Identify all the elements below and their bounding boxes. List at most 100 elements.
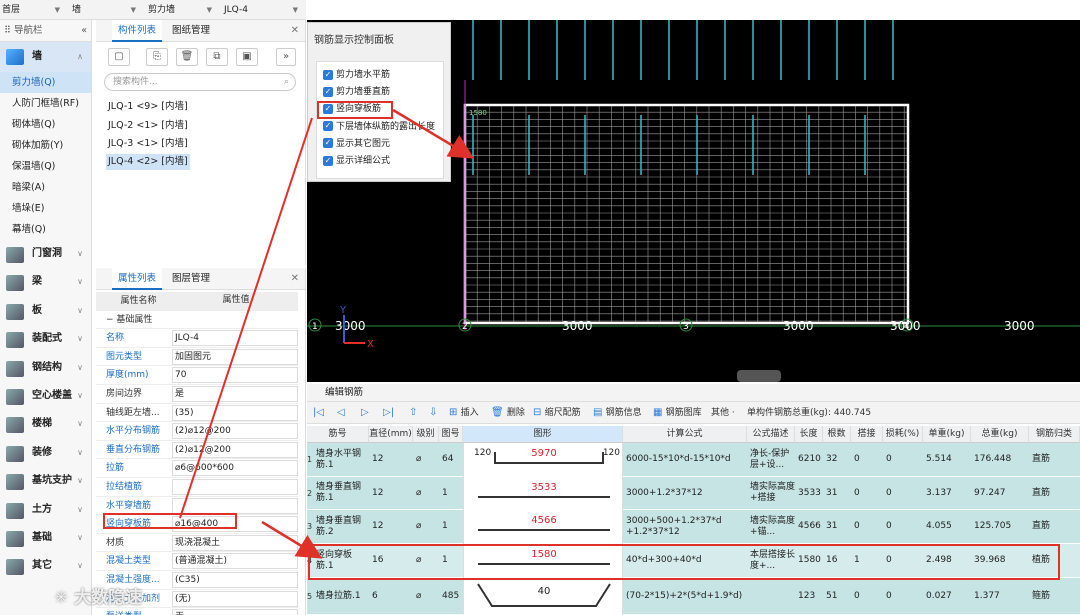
column-header[interactable]: 图形 [463, 426, 623, 443]
component-item-jlq3[interactable]: JLQ-3 <1> [内墙] [106, 136, 190, 152]
property-row[interactable]: 轴线距左墙... (35) [96, 404, 298, 423]
rebar-info-button[interactable]: ▤ 钢筋信息 [593, 402, 642, 424]
column-header[interactable]: 单重(kg) [923, 426, 971, 443]
nav-item-wall-7[interactable]: 幕墙(Q) [0, 219, 91, 240]
property-row[interactable]: 厚度(mm) 70 [96, 366, 298, 385]
move-down-icon[interactable]: ⇩ [429, 402, 437, 424]
cell-length[interactable]: 4566 [795, 510, 823, 543]
nav-item-wall-3[interactable]: 砌体加筋(Y) [0, 135, 91, 156]
property-value[interactable]: 现浇混凝土 [172, 534, 298, 551]
nav-item-wall-4[interactable]: 保温墙(Q) [0, 156, 91, 177]
cell-loss[interactable]: 0 [883, 510, 923, 543]
copy-icon[interactable]: ⎘ [146, 48, 168, 66]
checkbox-checked-icon[interactable]: ✓ [323, 121, 333, 132]
floor-select[interactable]: 首层 ▼ [0, 2, 64, 18]
cell-total_w[interactable]: 125.705 [971, 510, 1029, 543]
cell-desc[interactable] [747, 578, 795, 614]
nav-category-9[interactable]: 土方 ∨ [0, 496, 91, 524]
cell-grade[interactable]: ⌀ [413, 477, 439, 509]
collapse-icon[interactable]: « [81, 20, 87, 42]
control-option-5[interactable]: ✓ 显示详细公式 [323, 154, 390, 168]
column-header[interactable]: 公式描述 [747, 426, 795, 443]
column-header[interactable]: 根数 [823, 426, 851, 443]
cell-total_w[interactable]: 97.247 [971, 477, 1029, 509]
property-row[interactable]: 房间边界 是 [96, 385, 298, 404]
cell-count[interactable]: 31 [823, 477, 851, 509]
property-row[interactable]: 泵送类型无 [96, 608, 298, 615]
property-row[interactable]: 垂直分布钢筋 (2)⌀12@200 [96, 441, 298, 460]
component-item-jlq1[interactable]: JLQ-1 <9> [内墙] [106, 99, 190, 115]
property-value[interactable]: (35) [172, 404, 298, 421]
column-header[interactable]: 钢筋归类 [1029, 426, 1080, 443]
property-row[interactable]: 混凝土类型 (普通混凝土) [96, 552, 298, 571]
property-row[interactable]: 拉结植筋 [96, 478, 298, 497]
cell-length[interactable]: 3533 [795, 477, 823, 509]
cell-dia[interactable]: 12 [369, 443, 413, 476]
checkbox-checked-icon[interactable]: ✓ [323, 155, 333, 166]
table-row[interactable]: 1 墙身水平钢筋.1 12 ⌀ 64 120 120 5970 6000-15*10*d-15*… [307, 443, 1080, 477]
cell-name[interactable]: 墙身垂直钢筋.2 [313, 510, 369, 543]
cell-total_w[interactable]: 1.377 [971, 578, 1029, 614]
cell-unit_w[interactable]: 5.514 [923, 443, 971, 476]
property-row[interactable]: 名称 JLQ-4 [96, 329, 298, 348]
cell-fig[interactable]: 1 [439, 510, 463, 543]
property-row[interactable]: 材质 现浇混凝土 [96, 534, 298, 553]
nav-category-10[interactable]: 基础 ∨ [0, 524, 91, 552]
cell-cls[interactable]: 直筋 [1029, 477, 1080, 509]
cell-lap[interactable]: 0 [851, 477, 883, 509]
property-row[interactable]: 水平分布钢筋 (2)⌀12@200 [96, 422, 298, 441]
more-button[interactable]: » [276, 48, 296, 66]
nav-item-wall-1[interactable]: 人防门框墙(RF) [0, 93, 91, 114]
cell-formula[interactable]: 3000+500+1.2*37*d +1.2*37*12 [623, 510, 747, 543]
cell-fig[interactable]: 1 [439, 477, 463, 509]
control-option-4[interactable]: ✓ 显示其它图元 [323, 137, 390, 151]
close-icon[interactable]: ✕ [291, 20, 299, 42]
cell-count[interactable]: 31 [823, 510, 851, 543]
property-section[interactable]: − 基础属性 [96, 311, 298, 330]
shape-cell[interactable]: 4566 [463, 510, 623, 544]
component-item-jlq4[interactable]: JLQ-4 <2> [内墙] [106, 154, 190, 170]
cell-name[interactable]: 墙身拉筋.1 [313, 578, 369, 614]
tab-layer-management[interactable]: 图层管理 [166, 268, 216, 290]
column-header[interactable]: 级别 [413, 426, 439, 443]
property-value[interactable]: 是 [172, 385, 298, 402]
cell-loss[interactable]: 0 [883, 477, 923, 509]
tab-component-list[interactable]: 构件列表 [112, 20, 163, 42]
nav-item-wall-2[interactable]: 砌体墙(Q) [0, 114, 91, 135]
delete-icon[interactable]: 🗑 [176, 48, 198, 66]
shape-cell[interactable]: 120 120 5970 [463, 443, 623, 477]
checkbox-checked-icon[interactable]: ✓ [323, 138, 333, 149]
other-menu[interactable]: 其他 · [711, 402, 735, 424]
cell-dia[interactable]: 12 [369, 510, 413, 543]
cell-grade[interactable]: ⌀ [413, 510, 439, 543]
property-value[interactable]: (2)⌀12@200 [172, 441, 298, 458]
cell-loss[interactable]: 0 [883, 578, 923, 614]
first-icon[interactable]: |◁ [313, 402, 324, 424]
component-item-jlq2[interactable]: JLQ-2 <1> [内墙] [106, 118, 190, 134]
cell-lap[interactable]: 0 [851, 578, 883, 614]
property-value[interactable]: 无 [172, 609, 298, 615]
checkbox-checked-icon[interactable]: ✓ [323, 86, 333, 97]
property-row[interactable]: 图元类型 加固图元 [96, 348, 298, 367]
control-option-3[interactable]: ✓ 下层墙体纵筋的露出长度 [323, 120, 435, 134]
cell-unit_w[interactable]: 0.027 [923, 578, 971, 614]
layer-copy-icon[interactable]: ⧉ [206, 48, 228, 66]
cell-lap[interactable]: 0 [851, 443, 883, 476]
nav-category-11[interactable]: 其它 ∨ [0, 552, 91, 580]
cell-formula[interactable]: 3000+1.2*37*12 [623, 477, 747, 509]
property-value[interactable]: (无) [172, 590, 298, 607]
property-value[interactable] [172, 478, 298, 495]
cell-cls[interactable]: 直筋 [1029, 510, 1080, 543]
cell-loss[interactable]: 0 [883, 443, 923, 476]
cell-grade[interactable]: ⌀ [413, 443, 439, 476]
property-value[interactable]: ⌀6@600*600 [172, 460, 298, 477]
column-header[interactable]: 长度 [795, 426, 823, 443]
scale-rebar-button[interactable]: ⊟ 缩尺配筋 [533, 402, 581, 424]
control-option-0[interactable]: ✓ 剪力墙水平筋 [323, 68, 390, 82]
rebar-library-button[interactable]: ▦ 钢筋图库 [653, 402, 702, 424]
nav-category-5[interactable]: 空心楼盖 ∨ [0, 382, 91, 410]
delete-button[interactable]: 🗑 删除 [491, 402, 525, 424]
cell-length[interactable]: 6210 [795, 443, 823, 476]
cell-dia[interactable]: 12 [369, 477, 413, 509]
nav-item-wall-6[interactable]: 墙垛(E) [0, 198, 91, 219]
